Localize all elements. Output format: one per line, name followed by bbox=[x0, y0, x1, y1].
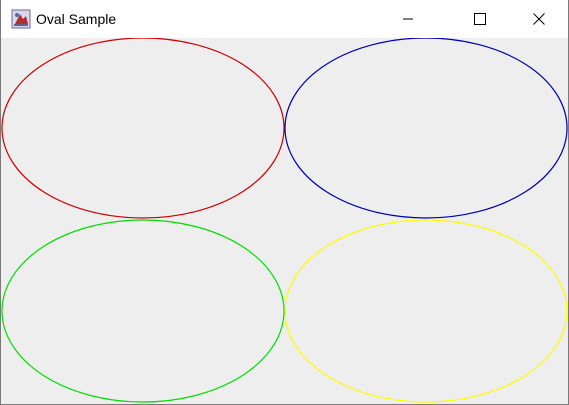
minimize-icon bbox=[403, 18, 413, 20]
maximize-icon bbox=[474, 13, 486, 25]
minimize-button[interactable] bbox=[385, 0, 431, 38]
close-icon bbox=[533, 13, 545, 25]
red-oval bbox=[1, 38, 285, 219]
drawing-canvas bbox=[1, 38, 568, 404]
app-window: Oval Sample bbox=[0, 0, 569, 405]
window-title: Oval Sample bbox=[36, 11, 117, 27]
title-bar[interactable]: Oval Sample bbox=[1, 0, 568, 38]
blue-oval bbox=[284, 38, 568, 219]
close-button[interactable] bbox=[516, 0, 562, 38]
oval-drawing bbox=[1, 38, 568, 403]
green-oval bbox=[1, 219, 285, 403]
yellow-oval bbox=[284, 219, 568, 403]
maximize-button[interactable] bbox=[457, 0, 503, 38]
java-app-icon[interactable] bbox=[11, 9, 31, 29]
